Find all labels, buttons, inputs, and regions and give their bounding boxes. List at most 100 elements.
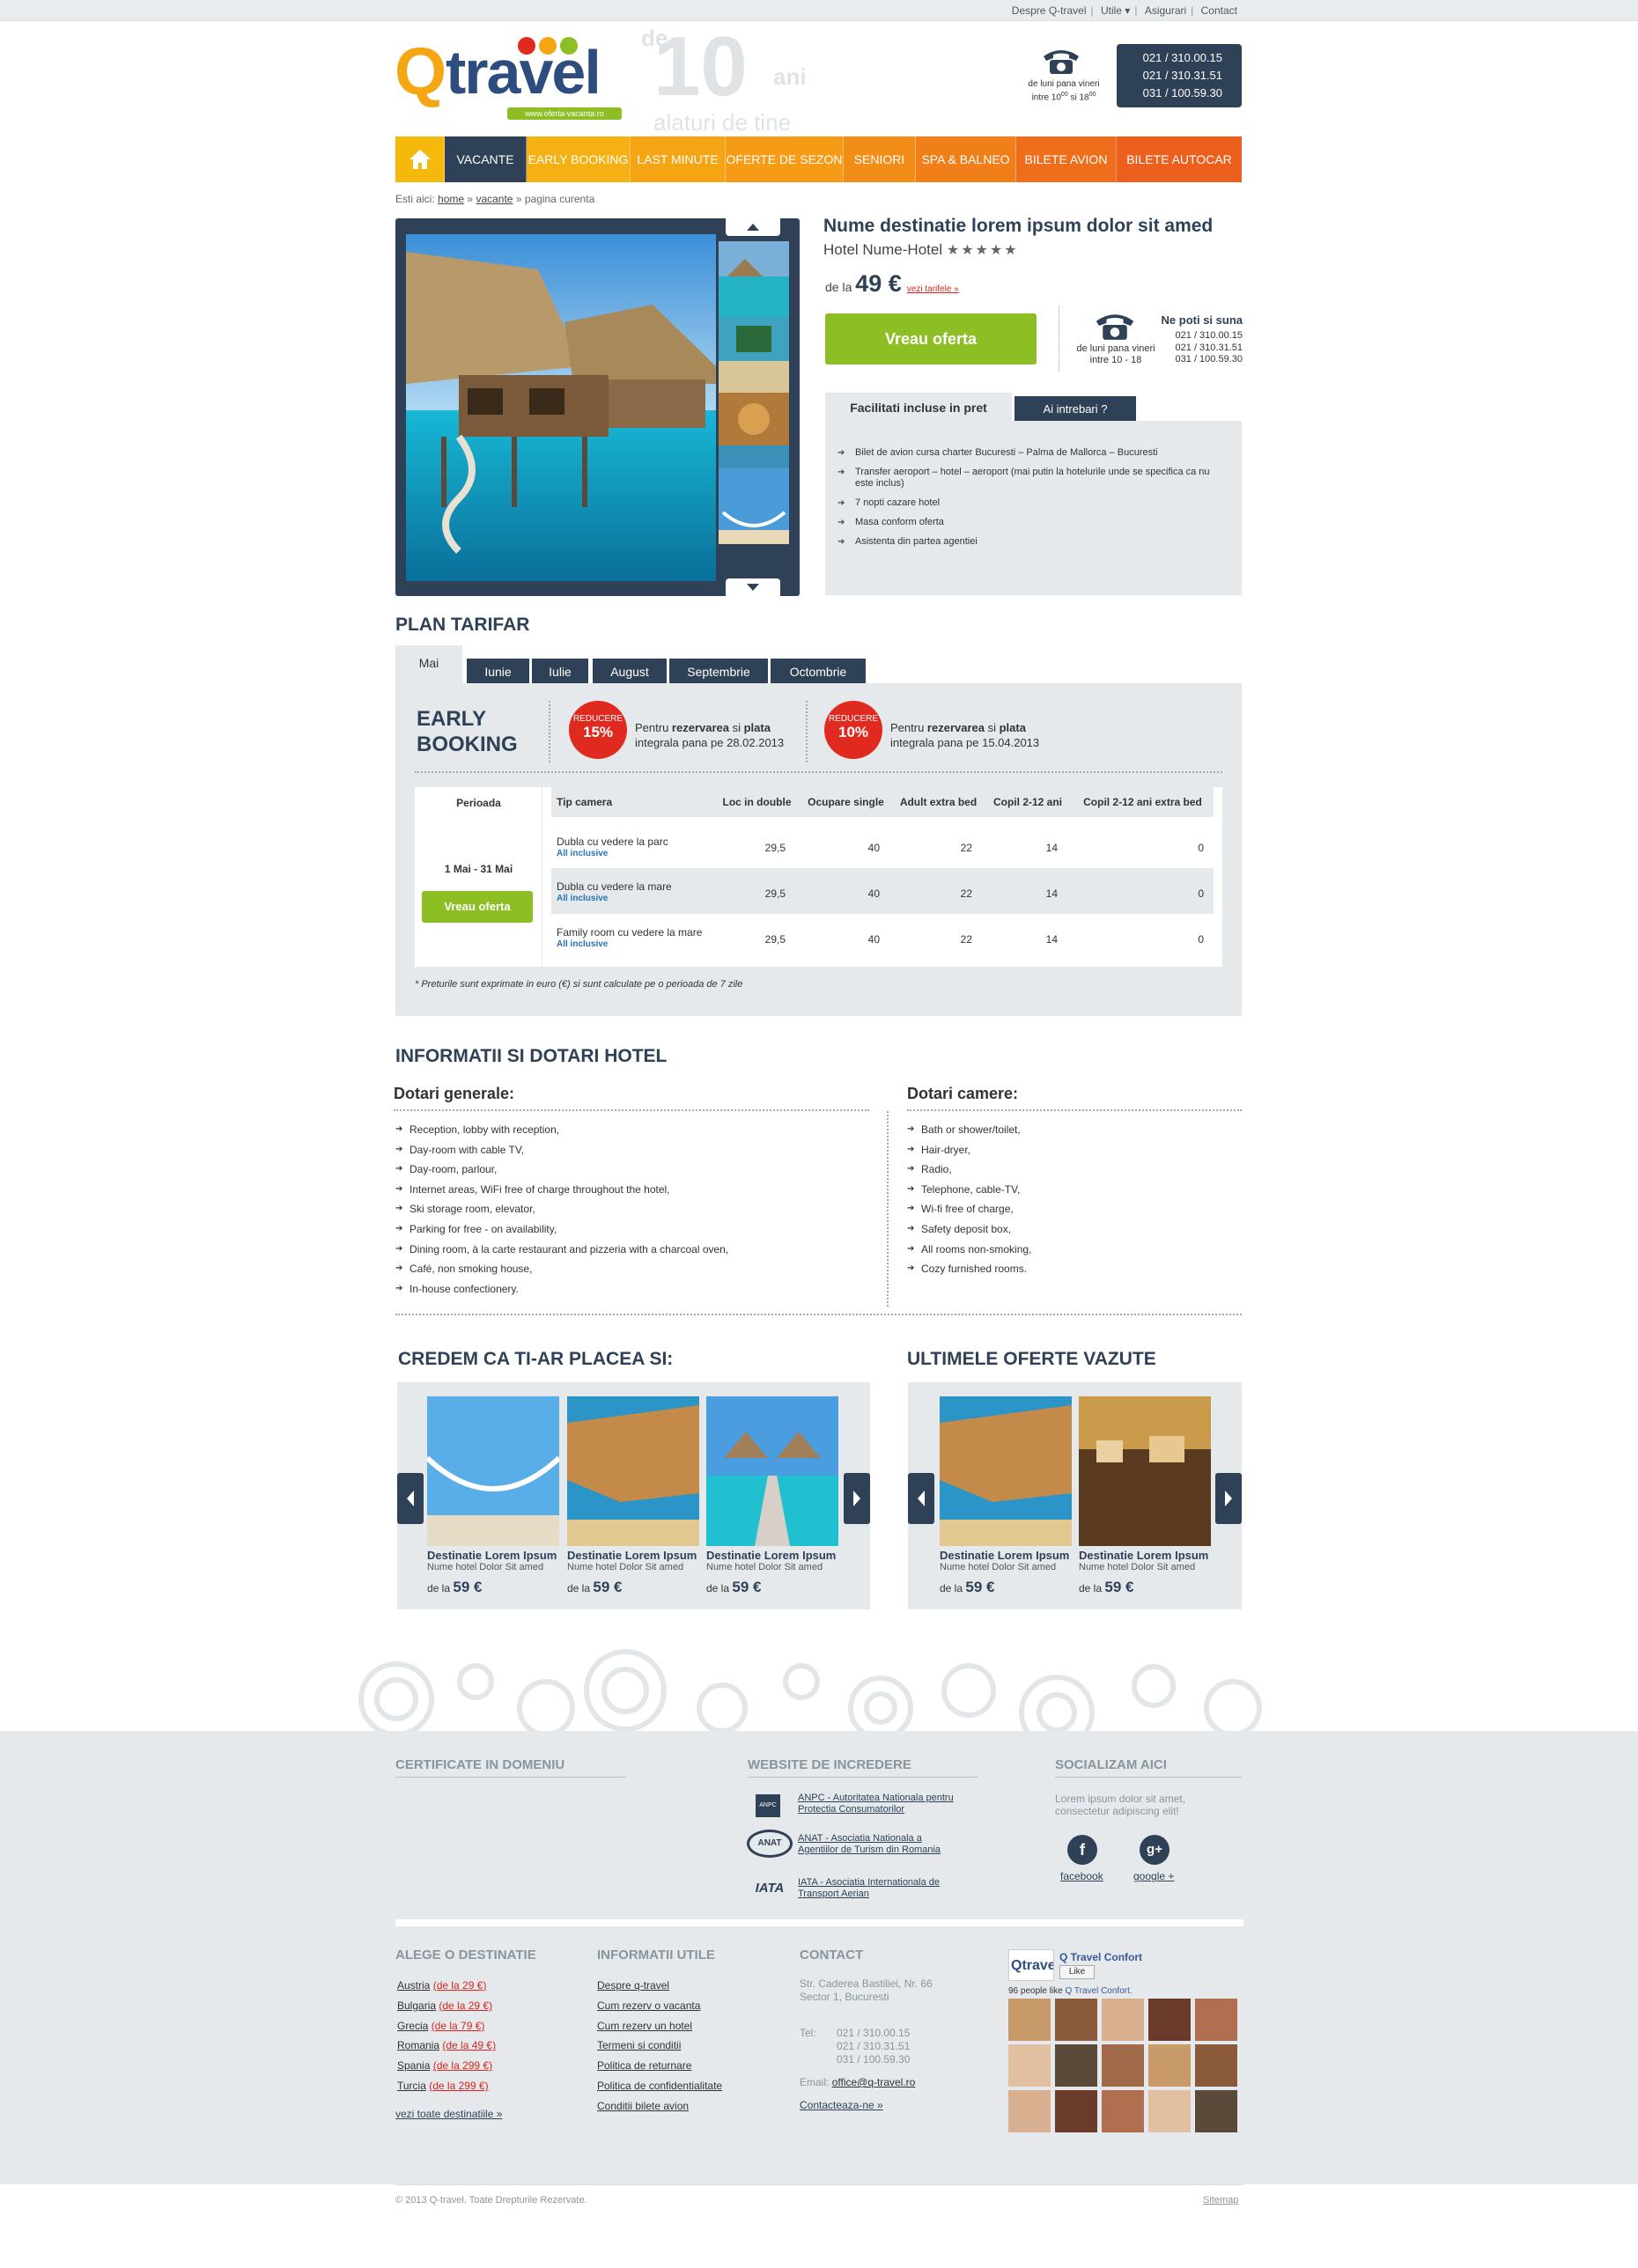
gallery-thumb[interactable]	[719, 241, 789, 317]
info-link[interactable]: Termeni si conditii	[597, 2036, 722, 2056]
gallery-down-button[interactable]	[726, 578, 780, 596]
all-destinations-link[interactable]: vezi toate destinatiile »	[395, 2108, 502, 2120]
tab-month-iulie[interactable]: Iulie	[532, 659, 588, 683]
fb-fan-avatar[interactable]	[1008, 2044, 1051, 2087]
logo[interactable]: Q travel www.oferta-vacanta.ro	[395, 30, 623, 120]
gallery-thumb[interactable]	[719, 393, 789, 468]
list-item: Day-room, parlour,	[395, 1160, 728, 1180]
offer-card[interactable]: Destinatie Lorem Ipsum Nume hotel Dolor S…	[427, 1396, 559, 1596]
gallery-main-image[interactable]	[406, 234, 716, 581]
fb-fan-avatar[interactable]	[1102, 2090, 1144, 2132]
breadcrumb-home[interactable]: home	[438, 193, 464, 205]
nav-oferte-sezon[interactable]: OFERTE DE SEZON	[726, 136, 844, 182]
price-note: * Preturile sunt exprimate in euro (€) s…	[415, 979, 743, 990]
offer-card[interactable]: Destinatie Lorem Ipsum Nume hotel Dolor S…	[706, 1396, 838, 1596]
fb-fan-avatar[interactable]	[1102, 1999, 1144, 2041]
offer-card[interactable]: Destinatie Lorem Ipsum Nume hotel Dolor S…	[1079, 1396, 1211, 1596]
page: Despre Q-travel | Utile ▾ | Asigurari | Con…	[0, 0, 1638, 2268]
fb-fan-avatar[interactable]	[1148, 1999, 1191, 2041]
fb-fan-avatar[interactable]	[1008, 2090, 1051, 2132]
info-link[interactable]: Cum rezerv o vacanta	[597, 1996, 722, 2016]
nav-spa-balneo[interactable]: SPA & BALNEO	[916, 136, 1016, 182]
fb-fan-avatar[interactable]	[1055, 2044, 1097, 2087]
destination-link[interactable]: Austria (de la 29 €)	[397, 1976, 496, 1996]
contact-link[interactable]: Contacteaza-ne »	[800, 2099, 883, 2111]
suggest-next-button[interactable]	[844, 1473, 870, 1524]
facebook-link[interactable]: facebook	[1060, 1870, 1103, 1882]
gallery-thumb[interactable]	[719, 317, 789, 393]
call-title: Ne poti si suna	[1161, 313, 1243, 327]
rooms-title: Dotari camere:	[907, 1085, 1019, 1102]
top-bar: Despre Q-travel | Utile ▾ | Asigurari | Con…	[0, 0, 1638, 21]
nav-seniori[interactable]: SENIORI	[844, 136, 916, 182]
tab-month-mai[interactable]: Mai	[395, 645, 462, 683]
fb-fan-avatar[interactable]	[1195, 1999, 1237, 2041]
top-link-insurance[interactable]: Asigurari	[1145, 4, 1186, 17]
destination-link[interactable]: Romania (de la 49 €)	[397, 2036, 496, 2056]
fb-fan-avatar[interactable]	[1055, 2090, 1097, 2132]
gallery-thumbnails	[719, 241, 791, 544]
fb-fan-avatar[interactable]	[1148, 2044, 1191, 2087]
destination-link[interactable]: Bulgaria (de la 29 €)	[397, 1996, 496, 2016]
recent-next-button[interactable]	[1215, 1473, 1242, 1524]
facebook-icon[interactable]: f	[1067, 1835, 1097, 1865]
nav-last-minute[interactable]: LAST MINUTE	[631, 136, 726, 182]
call-number-2: 021 / 310.31.51	[1175, 342, 1243, 353]
tab-questions[interactable]: Ai intrebari ?	[1015, 396, 1136, 421]
info-link[interactable]: Conditii bilete avion	[597, 2096, 722, 2117]
social-text: Lorem ipsum dolor sit amet, consectetur a…	[1055, 1793, 1186, 1817]
suggest-prev-button[interactable]	[397, 1473, 424, 1524]
nav-early-booking[interactable]: EARLY BOOKING	[527, 136, 631, 182]
nav-home-button[interactable]	[395, 136, 445, 182]
nav-bilete-avion[interactable]: BILETE AVION	[1016, 136, 1117, 182]
info-link[interactable]: Despre q-travel	[597, 1976, 722, 1996]
nav-bilete-autocar[interactable]: BILETE AUTOCAR	[1117, 136, 1242, 182]
home-icon	[409, 150, 431, 169]
fb-fan-avatar[interactable]	[1195, 2044, 1237, 2087]
fb-fan-avatar[interactable]	[1055, 1999, 1097, 2041]
breadcrumb-sep: »	[467, 193, 474, 205]
period-want-offer-button[interactable]: Vreau oferta	[422, 891, 533, 923]
tab-facilities[interactable]: Facilitati incluse in pret	[825, 393, 1012, 421]
offer-card[interactable]: Destinatie Lorem Ipsum Nume hotel Dolor S…	[940, 1396, 1072, 1596]
recent-prev-button[interactable]	[908, 1473, 934, 1524]
info-links: Despre q-travel Cum rezerv o vacanta Cum…	[597, 1976, 722, 2117]
google-plus-icon[interactable]: g+	[1140, 1835, 1169, 1865]
fb-fan-avatar[interactable]	[1102, 2044, 1144, 2087]
fb-fan-avatar[interactable]	[1008, 1999, 1051, 2041]
destination-link[interactable]: Grecia (de la 79 €)	[397, 2016, 496, 2036]
fb-fan-avatar[interactable]	[1195, 2090, 1237, 2132]
facility-item: 7 nopti cazare hotel	[837, 497, 1216, 509]
list-item: Dining room, à la carte restaurant and p…	[395, 1240, 728, 1260]
destination-link[interactable]: Spania (de la 299 €)	[397, 2056, 496, 2076]
top-link-utile[interactable]: Utile ▾	[1101, 4, 1130, 17]
want-offer-button[interactable]: Vreau oferta	[825, 313, 1037, 364]
rooms-list: Bath or shower/toilet, Hair-dryer, Radio…	[907, 1120, 1031, 1279]
nav-vacante[interactable]: VACANTE	[445, 136, 527, 182]
tab-month-iunie[interactable]: Iunie	[467, 659, 529, 683]
google-plus-link[interactable]: google +	[1133, 1870, 1174, 1882]
price-prefix: de la	[825, 280, 852, 294]
gallery-up-button[interactable]	[726, 218, 780, 236]
gallery-thumb[interactable]	[719, 468, 789, 544]
sitemap-link[interactable]: Sitemap	[1203, 2195, 1238, 2205]
tab-month-august[interactable]: August	[593, 659, 667, 683]
breadcrumb-vacante[interactable]: vacante	[476, 193, 513, 205]
tab-month-septembrie[interactable]: Septembrie	[669, 659, 768, 683]
email-link[interactable]: office@q-travel.ro	[832, 2076, 916, 2088]
fb-like-button[interactable]: Like	[1059, 1965, 1095, 1979]
discount-text: Pentru rezervarea si plata integrala pana…	[635, 721, 785, 749]
destination-link[interactable]: Turcia (de la 299 €)	[397, 2076, 496, 2096]
offer-card[interactable]: Destinatie Lorem Ipsum Nume hotel Dolor S…	[567, 1396, 699, 1596]
info-link[interactable]: Politica de returnare	[597, 2056, 722, 2076]
logo-bubble-green-icon	[560, 37, 578, 55]
top-link-contact[interactable]: Contact	[1201, 4, 1237, 17]
fb-page-name[interactable]: Q Travel Confort	[1059, 1951, 1142, 1963]
info-link[interactable]: Politica de confidentialitate	[597, 2076, 722, 2096]
fb-fan-avatar[interactable]	[1148, 2090, 1191, 2132]
tariffs-link[interactable]: vezi tarifele »	[907, 284, 959, 294]
tab-month-octombrie[interactable]: Octombrie	[771, 659, 866, 683]
top-link-about[interactable]: Despre Q-travel	[1012, 4, 1087, 17]
call-box: de luni pana vineri intre 10 - 18 Ne poti…	[1059, 306, 1243, 372]
info-link[interactable]: Cum rezerv un hotel	[597, 2016, 722, 2036]
